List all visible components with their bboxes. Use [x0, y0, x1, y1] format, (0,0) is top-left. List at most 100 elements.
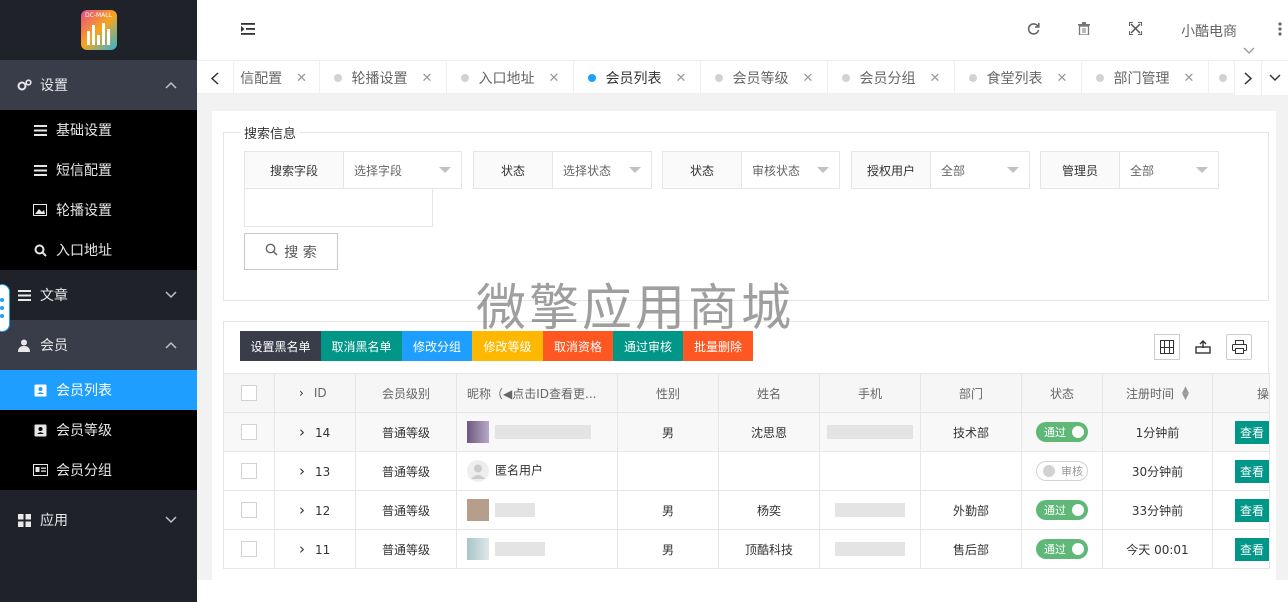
user-icon — [16, 339, 32, 352]
status-dot — [714, 74, 723, 82]
modify-level-button[interactable]: 修改等级 — [472, 331, 543, 361]
more-icon[interactable] — [1278, 22, 1282, 40]
tab-member-level[interactable]: 会员等级 ✕ — [701, 61, 828, 95]
status-switch[interactable]: 通过 — [1036, 500, 1088, 520]
review-status-select[interactable]: 审核状态 — [742, 152, 839, 188]
user-name[interactable]: 小酷电商 — [1181, 21, 1237, 41]
row-checkbox[interactable] — [241, 541, 257, 557]
tab-canteen-list[interactable]: 食堂列表 ✕ — [955, 61, 1082, 95]
filter-review-status: 状态 审核状态 — [662, 151, 840, 189]
expand-icon[interactable]: › — [299, 540, 305, 558]
status-switch[interactable]: 审核 — [1036, 461, 1088, 481]
caret-down-icon — [629, 167, 641, 173]
fullscreen-icon[interactable] — [1128, 21, 1143, 39]
admin-select[interactable]: 全部 — [1120, 152, 1218, 188]
print-icon[interactable] — [1226, 334, 1252, 360]
contact-card-icon — [32, 384, 48, 397]
default-avatar-icon — [467, 460, 489, 482]
sort-icon[interactable]: ▲ ▼ — [1182, 386, 1189, 402]
sidebar-item-member-group[interactable]: 会员分组 — [0, 450, 197, 490]
nav-group-members[interactable]: 会员 — [0, 320, 197, 370]
horizontal-scrollbar[interactable] — [197, 580, 1288, 602]
status-dot — [841, 74, 850, 82]
status-dot — [1095, 74, 1104, 82]
blurred-phone — [835, 503, 905, 518]
status-select[interactable]: 选择状态 — [553, 152, 651, 188]
view-button[interactable]: 查看 — [1234, 537, 1269, 561]
tabs-scroll-right-icon[interactable] — [1234, 61, 1261, 95]
sidebar-item-basic-settings[interactable]: 基础设置 — [0, 110, 197, 150]
expand-icon[interactable]: › — [299, 501, 305, 519]
close-icon[interactable]: ✕ — [422, 71, 433, 86]
search-button[interactable]: 搜 索 — [244, 233, 338, 270]
sidebar-item-carousel-settings[interactable]: 轮播设置 — [0, 190, 197, 230]
tab-carousel-settings[interactable]: 轮播设置 ✕ — [320, 61, 447, 95]
blurred-phone — [827, 425, 913, 440]
export-icon[interactable] — [1190, 334, 1216, 360]
expand-icon[interactable]: › — [299, 462, 305, 480]
search-field-select[interactable]: 选择字段 — [344, 152, 461, 188]
tabs-menu-chevron-icon[interactable] — [1261, 61, 1288, 95]
gears-icon — [16, 78, 32, 92]
sidebar-item-entry-address[interactable]: 入口地址 — [0, 230, 197, 270]
chevron-down-icon[interactable] — [1243, 44, 1255, 59]
caret-down-icon — [817, 167, 829, 173]
tab-dept-manage[interactable]: 部门管理 ✕ — [1082, 61, 1209, 95]
search-legend: 搜索信息 — [244, 127, 297, 142]
tab-entry-address[interactable]: 入口地址 ✕ — [447, 61, 574, 95]
columns-icon[interactable] — [1154, 334, 1180, 360]
refresh-icon[interactable] — [1027, 22, 1040, 39]
nav-group-articles[interactable]: 文章 — [0, 270, 197, 320]
close-icon[interactable]: ✕ — [676, 71, 687, 86]
close-icon[interactable]: ✕ — [549, 71, 560, 86]
nav-group-settings[interactable]: 设置 — [0, 60, 197, 110]
authorized-user-select[interactable]: 全部 — [931, 152, 1029, 188]
view-button[interactable]: 查看 — [1234, 459, 1269, 483]
collapse-menu-icon[interactable] — [241, 23, 255, 39]
close-icon[interactable]: ✕ — [930, 71, 941, 86]
select-all-checkbox[interactable] — [241, 385, 257, 401]
view-button[interactable]: 查看 — [1234, 420, 1269, 444]
logo[interactable]: DC-MALL — [0, 0, 197, 60]
row-checkbox[interactable] — [241, 502, 257, 518]
trash-icon[interactable] — [1078, 22, 1090, 39]
tab-sms-config[interactable]: 信配置 ✕ — [234, 61, 320, 95]
expand-icon[interactable]: › — [299, 423, 305, 441]
nav-group-apps[interactable]: 应用 — [0, 495, 197, 545]
chevron-up-icon — [165, 77, 177, 93]
chevron-up-icon — [165, 337, 177, 353]
close-icon[interactable]: ✕ — [803, 71, 814, 86]
tab-member-group[interactable]: 会员分组 ✕ — [828, 61, 955, 95]
id-card-icon — [32, 464, 48, 476]
sidebar-item-member-level[interactable]: 会员等级 — [0, 410, 197, 450]
status-dot — [1219, 74, 1227, 82]
cancel-blacklist-button[interactable]: 取消黑名单 — [321, 331, 402, 361]
blurred-nickname — [495, 542, 545, 556]
blurred-nickname — [495, 503, 535, 517]
status-switch[interactable]: 通过 — [1036, 539, 1088, 559]
status-switch[interactable]: 通过 — [1036, 422, 1088, 442]
approve-review-button[interactable]: 通过审核 — [613, 331, 683, 361]
view-button[interactable]: 查看 — [1234, 498, 1269, 522]
table-row: › 14 普通等级 男 沈思恩 技术部 通过 1分钟前 查看 — [223, 412, 1270, 452]
set-blacklist-button[interactable]: 设置黑名单 — [240, 331, 321, 361]
row-checkbox[interactable] — [241, 463, 257, 479]
row-checkbox[interactable] — [241, 424, 257, 440]
tab-partial[interactable] — [1209, 61, 1236, 95]
modify-group-button[interactable]: 修改分组 — [402, 331, 472, 361]
side-drawer-handle[interactable] — [0, 284, 10, 332]
close-icon[interactable]: ✕ — [1184, 71, 1195, 86]
close-icon[interactable]: ✕ — [1057, 71, 1068, 86]
tab-member-list[interactable]: 会员列表 ✕ — [574, 61, 701, 95]
list-icon — [32, 124, 48, 136]
table-row: › 13 普通等级 匿名用户 审核 30分钟前 查看 — [223, 451, 1270, 491]
keyword-input[interactable] — [244, 188, 433, 227]
cancel-qualification-button[interactable]: 取消资格 — [543, 331, 613, 361]
tabs-scroll-left-icon[interactable] — [197, 61, 234, 95]
image-icon — [32, 204, 48, 216]
sidebar-item-member-list[interactable]: 会员列表 — [0, 370, 197, 410]
batch-delete-button[interactable]: 批量删除 — [683, 331, 753, 361]
close-icon[interactable]: ✕ — [296, 71, 307, 86]
sort-register-time[interactable]: 注册时间 ▲ ▼ — [1102, 373, 1213, 413]
sidebar-item-sms-config[interactable]: 短信配置 — [0, 150, 197, 190]
